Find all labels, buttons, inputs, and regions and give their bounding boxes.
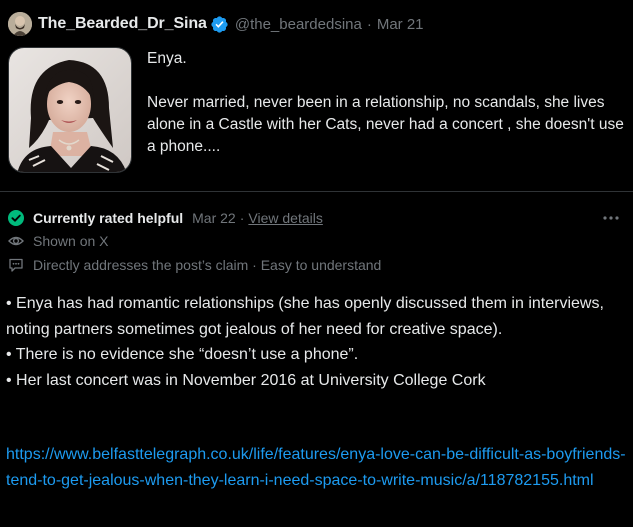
source-link[interactable]: https://www.belfasttelegraph.co.uk/life/… [6,442,626,493]
author-avatar[interactable] [8,12,32,36]
author-handle[interactable]: @the_beardedsina [235,16,362,33]
check-circle-icon [8,210,24,226]
note-status-row: Currently rated helpful Mar 22 · View de… [8,208,323,228]
avatar-image [8,12,32,36]
tweet-date[interactable]: Mar 21 [377,16,424,33]
author-display-name[interactable]: The_Bearded_Dr_Sina [38,15,207,33]
shown-on-row: Shown on X [8,231,109,251]
portrait-image [9,48,131,172]
view-details-link[interactable]: View details [248,210,322,226]
tweet-photo[interactable] [8,47,132,173]
tweet: The_Bearded_Dr_Sina @the_beardedsina · M… [0,0,633,192]
reasons-text: Directly addresses the post’s claim · Ea… [33,257,382,273]
shown-on-text: Shown on X [33,233,109,249]
note-status-date: Mar 22 [192,210,236,226]
message-square-icon [9,258,23,272]
note-status-label: Currently rated helpful [33,210,184,226]
more-horizontal-icon[interactable] [601,210,621,226]
header-separator: · [366,15,372,33]
note-body: • Enya has had romantic relationships (s… [6,291,626,393]
tweet-text-line-2: Never married, never been in a relations… [147,94,624,155]
note-status-separator: · [239,210,245,226]
tweet-header: The_Bearded_Dr_Sina @the_beardedsina · M… [8,12,424,36]
eye-icon [8,236,24,246]
reasons-row: Directly addresses the post’s claim · Ea… [8,255,381,275]
note-bullet: • Enya has had romantic relationships (s… [6,295,604,338]
note-bullet: • There is no evidence she “doesn’t use … [6,346,359,363]
tweet-text: Enya. Never married, never been in a rel… [147,48,627,158]
tweet-text-line-1: Enya. [147,50,187,67]
note-bullet: • Her last concert was in November 2016 … [6,371,486,389]
verified-badge-icon [211,15,228,33]
